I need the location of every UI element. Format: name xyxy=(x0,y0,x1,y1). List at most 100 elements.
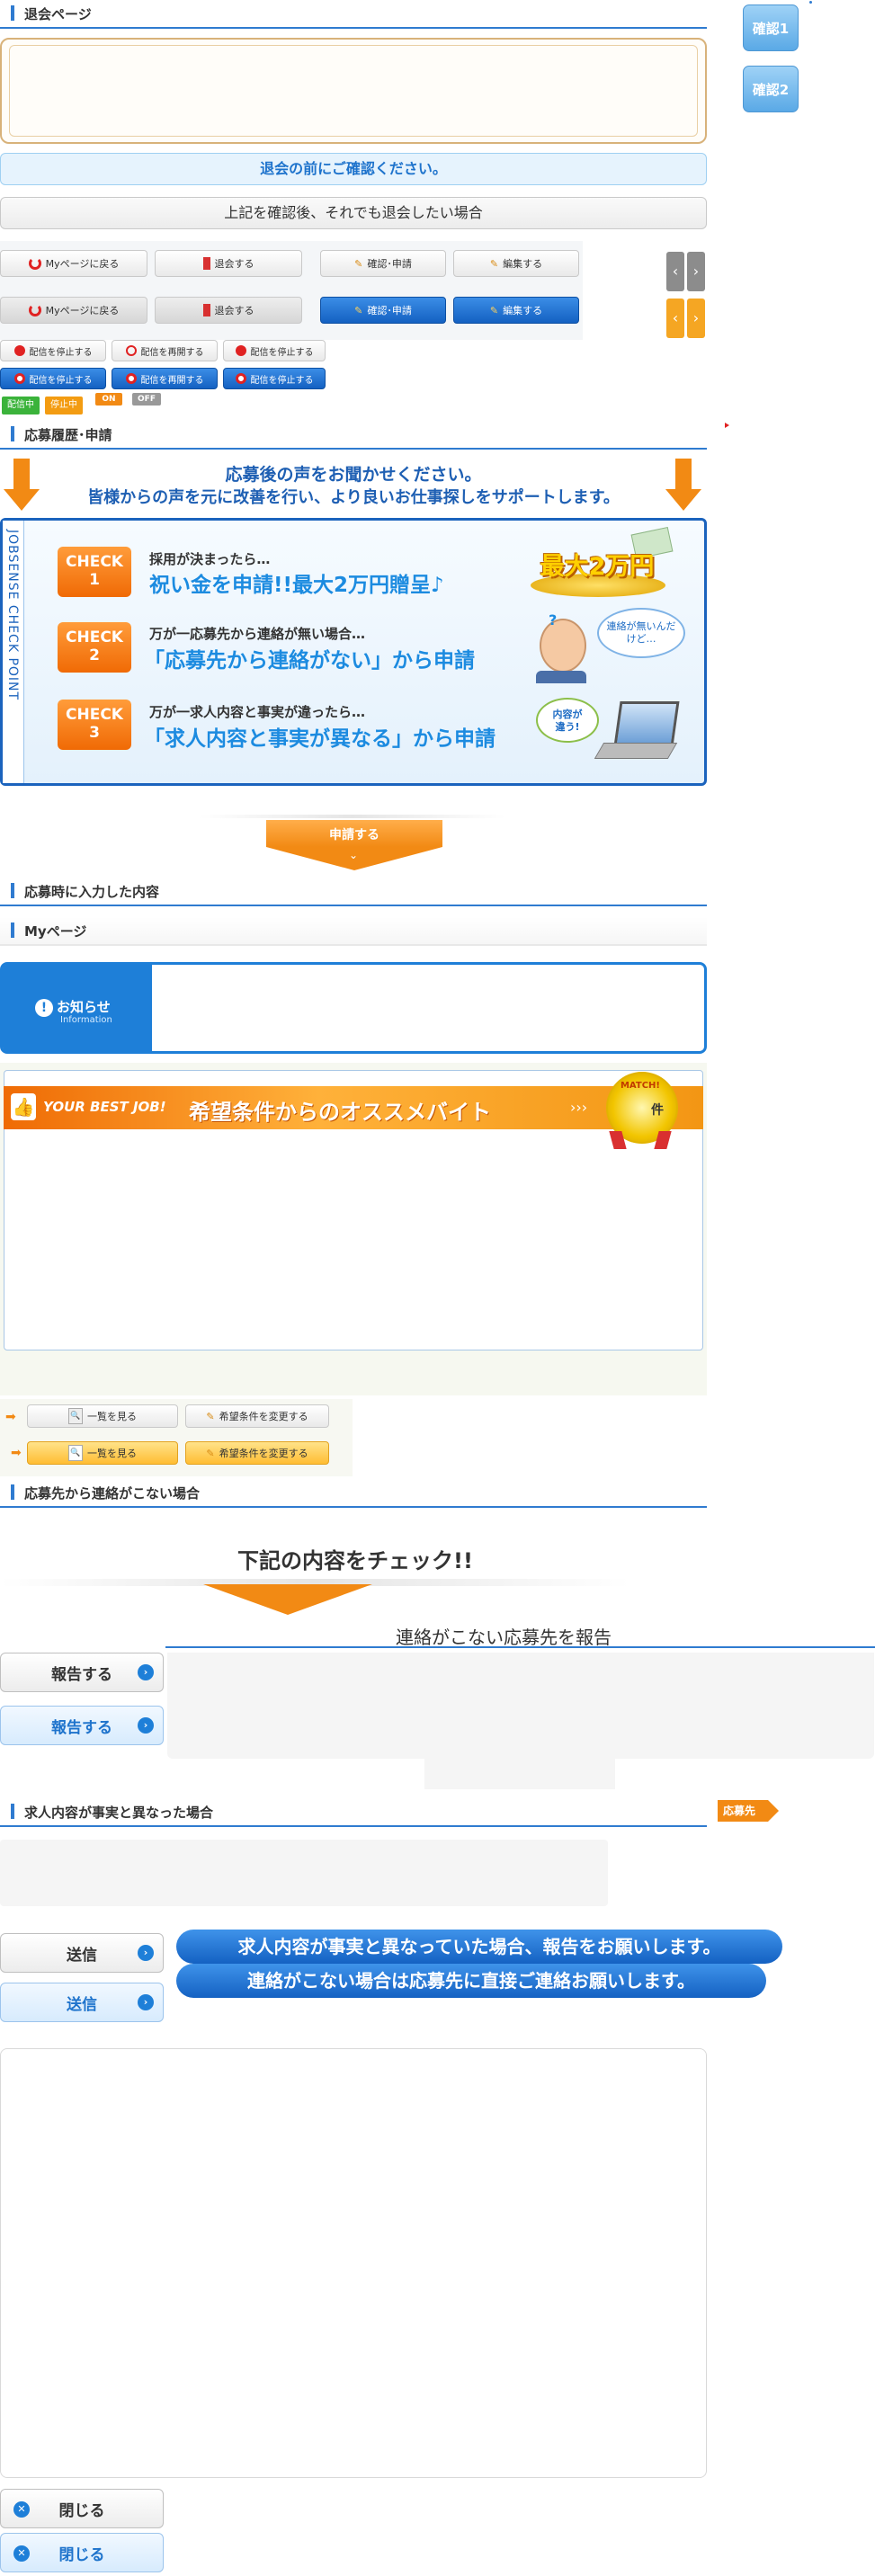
ornate-frame-inner xyxy=(9,45,698,137)
confirm2-button[interactable]: 確認2 xyxy=(743,66,799,112)
edit-label: 編集する xyxy=(503,305,543,316)
next-arrow-gray[interactable]: › xyxy=(687,252,705,291)
close-button[interactable]: ✕ 閉じる xyxy=(0,2489,164,2528)
change-conditions-label: 希望条件を変更する xyxy=(219,1448,308,1459)
report-button[interactable]: 報告する › xyxy=(0,1653,164,1692)
mypage-return-button-hover[interactable]: Myページに戻る xyxy=(0,297,147,324)
thumbs-up-icon: 👍 xyxy=(11,1093,36,1120)
header-bar xyxy=(11,883,14,898)
withdraw-title: 退会ページ xyxy=(24,6,92,22)
chevron-right-icon: › xyxy=(138,1664,154,1680)
content-box xyxy=(0,2048,707,2478)
red-marker xyxy=(725,423,729,428)
edit-label: 編集する xyxy=(503,258,543,270)
max-prize-text: 最大2万円 xyxy=(540,553,655,581)
send-button-hover[interactable]: 送信 › xyxy=(0,1983,164,2022)
pencil-icon: ✎ xyxy=(489,304,499,316)
mypage-return-label: Myページに戻る xyxy=(45,258,120,270)
applied-content-header: 応募時に入力した内容 xyxy=(0,878,707,906)
header-bar xyxy=(11,1804,14,1819)
diff-header: 求人内容が事実と異なった場合 xyxy=(0,1798,707,1827)
confirm-apply-label: 確認･申請 xyxy=(367,258,412,270)
edit-button[interactable]: ✎ 編集する xyxy=(453,250,579,277)
info-label-block: ! お知らせ Information xyxy=(3,965,152,1051)
info-icon: ! xyxy=(35,999,53,1017)
stop-icon xyxy=(235,345,246,356)
withdraw-button-hover[interactable]: 退会する xyxy=(155,297,302,324)
prev-arrow-gray[interactable]: ‹ xyxy=(666,252,684,291)
check1-small: 採用が決まったら… xyxy=(149,551,271,567)
report-title-line xyxy=(165,1646,875,1648)
report-button-label: 報告する xyxy=(51,1718,112,1737)
pencil-icon: ✎ xyxy=(206,1410,215,1422)
withdraw-header: 退会ページ xyxy=(0,0,707,29)
send-button[interactable]: 送信 › xyxy=(0,1933,164,1973)
chevron-right-icon: › xyxy=(138,1717,154,1734)
confirm-apply-button[interactable]: ✎ 確認･申請 xyxy=(320,250,446,277)
next-arrow-orange[interactable]: › xyxy=(687,299,705,338)
confirm1-button[interactable]: 確認1 xyxy=(743,4,799,51)
no-contact-header: 応募先から連絡がこない場合 xyxy=(0,1479,707,1508)
delivering-badge: 配信中 xyxy=(2,397,40,414)
change-conditions-button[interactable]: ✎ 希望条件を変更する xyxy=(185,1404,329,1428)
stop-icon xyxy=(235,373,246,384)
pencil-icon: ✎ xyxy=(206,1447,215,1459)
change-conditions-button-active[interactable]: ✎ 希望条件を変更する xyxy=(185,1441,329,1465)
best-job-label: YOUR BEST JOB! xyxy=(43,1099,166,1115)
diff-message-1: 求人内容が事実と異なっていた場合、報告をお願いします。 xyxy=(176,1930,782,1964)
report-button-hover[interactable]: 報告する › xyxy=(0,1706,164,1745)
close-button-label: 閉じる xyxy=(58,2501,105,2520)
info-box: ! お知らせ Information xyxy=(0,962,707,1054)
send-button-label: 送信 xyxy=(67,1946,97,1965)
check-badge-3: CHECK 3 xyxy=(58,700,131,750)
mypage-return-button[interactable]: Myページに戻る xyxy=(0,250,147,277)
stop-delivery-label: 配信を停止する xyxy=(29,347,93,358)
applicant-tag-point xyxy=(768,1800,779,1822)
check-badge-1: CHECK 1 xyxy=(58,547,131,597)
report-panel-tab xyxy=(424,1759,615,1789)
match-unit: 件 xyxy=(651,1103,664,1118)
header-bar xyxy=(11,5,14,21)
check-badge-2: CHECK 2 xyxy=(58,622,131,673)
door-icon xyxy=(202,257,210,270)
confirm-apply-button-active[interactable]: ✎ 確認･申請 xyxy=(320,297,446,324)
worried-man-illustration: ? xyxy=(531,611,594,683)
resume-delivery-label: 配信を再開する xyxy=(140,375,204,386)
checkpoint-side-label: JOBSENSE CHECK POINT xyxy=(3,521,24,783)
stop-delivery-label: 配信を停止する xyxy=(250,375,314,386)
stop-delivery-button-active-2[interactable]: 配信を停止する xyxy=(223,368,326,389)
resume-delivery-button-active[interactable]: 配信を再開する xyxy=(112,368,218,389)
close-button-hover[interactable]: ✕ 閉じる xyxy=(0,2533,164,2572)
ornate-frame xyxy=(0,38,707,144)
history-title: 応募履歴･申請 xyxy=(24,427,112,443)
stop-delivery-button[interactable]: 配信を停止する xyxy=(0,340,106,361)
toggle-off[interactable]: OFF xyxy=(132,393,161,406)
apply-button-label: 申請する xyxy=(329,828,379,842)
view-list-button-active[interactable]: 🔍 一覧を見る xyxy=(27,1441,178,1465)
history-header: 応募履歴･申請 xyxy=(0,421,707,450)
recommend-heading: 希望条件からのオススメバイト xyxy=(189,1100,491,1125)
edit-button-active[interactable]: ✎ 編集する xyxy=(453,297,579,324)
view-list-button[interactable]: 🔍 一覧を見る xyxy=(27,1404,178,1428)
mypage-icon xyxy=(28,257,41,270)
resume-delivery-button[interactable]: 配信を再開する xyxy=(112,340,218,361)
mypage-return-label: Myページに戻る xyxy=(45,305,120,316)
pencil-icon: ✎ xyxy=(354,304,363,316)
confirm-apply-label: 確認･申請 xyxy=(367,305,412,316)
apply-button[interactable]: 申請する ⌄ xyxy=(266,820,442,870)
stop-delivery-button-active[interactable]: 配信を停止する xyxy=(0,368,106,389)
close-icon: ✕ xyxy=(13,2545,30,2562)
prev-arrow-orange[interactable]: ‹ xyxy=(666,299,684,338)
check-heading-arrow xyxy=(203,1584,372,1615)
check3-big: 「求人内容と事実が異なる」から申請 xyxy=(144,727,496,751)
stop-delivery-button-2[interactable]: 配信を停止する xyxy=(223,340,326,361)
pencil-icon: ✎ xyxy=(354,257,363,270)
change-conditions-label: 希望条件を変更する xyxy=(219,1411,308,1422)
toggle-on[interactable]: ON xyxy=(95,393,122,406)
check-heading: 下記の内容をチェック!! xyxy=(237,1548,473,1573)
info-label: お知らせ xyxy=(57,999,111,1015)
mypage-header: Myページ xyxy=(0,917,707,946)
check-badge-num: 1 xyxy=(89,571,100,589)
speech-bubble-no-contact: 連絡が無いんだけど… xyxy=(597,608,685,658)
withdraw-button[interactable]: 退会する xyxy=(155,250,302,277)
